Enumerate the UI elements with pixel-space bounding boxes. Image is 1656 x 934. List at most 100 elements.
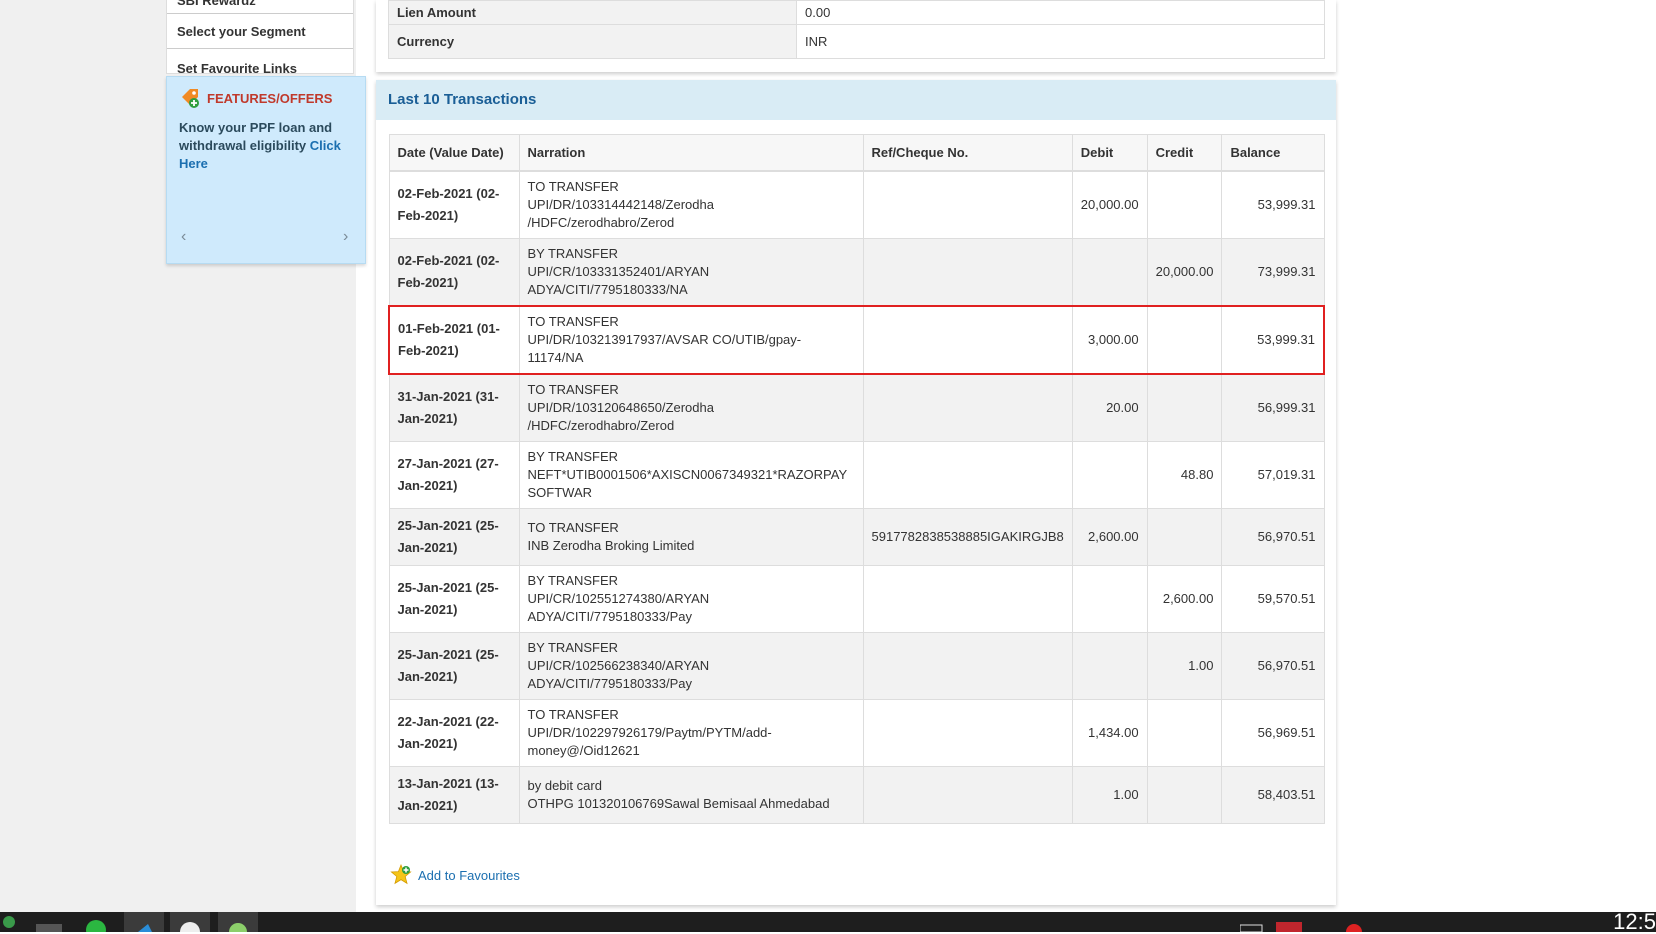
debit-text: 20,000.00 xyxy=(1080,196,1139,212)
cell-debit xyxy=(1071,631,1148,700)
narration-line: BY TRANSFER xyxy=(527,448,619,464)
cell-narration: TO TRANSFER UPI/DR/102297926179/Paytm/PYT… xyxy=(518,698,864,767)
cell-debit: 20.00 xyxy=(1071,373,1148,442)
cell-credit: 1.00 xyxy=(1146,631,1223,700)
debit-text: 1,434.00 xyxy=(1088,724,1139,740)
terminal-icon[interactable] xyxy=(36,912,62,932)
cell-ref xyxy=(862,304,1073,375)
carousel-prev-icon[interactable]: ‹ xyxy=(181,228,186,246)
table-row: 02-Feb-2021 (02-Feb-2021) BY TRANSFER UPI/… xyxy=(388,237,1325,306)
sidebar-item-rewardz[interactable]: SBI Rewardz xyxy=(167,0,353,14)
date-text: 25-Jan-2021 (25-Jan-2021) xyxy=(397,517,499,555)
cell-date: 22-Jan-2021 (22-Jan-2021) xyxy=(388,698,520,767)
transactions-table: Date (Value Date) Narration Ref/Cheque N… xyxy=(388,134,1326,824)
narration-line: TO TRANSFER xyxy=(527,381,619,397)
balance-text: 56,999.31 xyxy=(1257,399,1316,415)
cell-narration: by debit card OTHPG 101320106769Sawal Bem… xyxy=(518,765,864,824)
credit-text: 20,000.00 xyxy=(1155,263,1214,279)
credit-text: 1.00 xyxy=(1188,657,1214,673)
detail-value: 0.00 xyxy=(796,0,1325,25)
cell-date: 13-Jan-2021 (13-Jan-2021) xyxy=(388,765,520,824)
features-offers-panel: FEATURES/OFFERS Know your PPF loan and w… xyxy=(166,76,489,325)
whatsapp-icon[interactable] xyxy=(84,912,108,932)
carousel-next-icon[interactable]: › xyxy=(343,228,348,246)
column-header-debit: Debit xyxy=(1071,134,1148,172)
balance-text: 53,999.31 xyxy=(1257,331,1315,347)
cell-date: 25-Jan-2021 (25-Jan-2021) xyxy=(388,507,520,566)
cell-credit xyxy=(1146,373,1223,442)
cell-debit: 1.00 xyxy=(1071,765,1148,824)
cell-balance: 59,570.51 xyxy=(1221,564,1325,633)
narration-line: UPI/DR/103213917937/AVSAR CO/UTIB/gpay-1… xyxy=(527,331,802,365)
table-row: 02-Feb-2021 (02-Feb-2021) TO TRANSFER UPI/… xyxy=(388,170,1325,239)
cell-balance: 53,999.31 xyxy=(1221,170,1325,239)
cell-balance: 58,403.51 xyxy=(1221,765,1325,824)
cell-debit xyxy=(1071,237,1148,306)
cell-balance: 56,969.51 xyxy=(1221,698,1325,767)
narration-line: TO TRANSFER xyxy=(527,706,619,722)
vscode-icon[interactable] xyxy=(124,912,164,932)
narration-line: SOFTWAR xyxy=(527,484,593,500)
narration-line: BY TRANSFER xyxy=(527,572,619,588)
cell-credit xyxy=(1146,698,1223,767)
table-row: 31-Jan-2021 (31-Jan-2021) TO TRANSFER UPI/… xyxy=(388,373,1325,442)
cell-date: 27-Jan-2021 (27-Jan-2021) xyxy=(388,440,520,509)
clock: 12:5 xyxy=(1613,909,1656,934)
sidebar-item-label: Select your Segment xyxy=(177,24,306,39)
cell-narration: BY TRANSFER NEFT*UTIB0001506*AXISCN006734… xyxy=(518,440,864,509)
date-text: 13-Jan-2021 (13-Jan-2021) xyxy=(397,775,499,813)
date-text: 25-Jan-2021 (25-Jan-2021) xyxy=(397,579,499,617)
transactions-title: Last 10 Transactions xyxy=(376,80,1336,120)
cell-date: 02-Feb-2021 (02-Feb-2021) xyxy=(388,170,520,239)
table-row: 01-Feb-2021 (01-Feb-2021) TO TRANSFER UPI/… xyxy=(388,304,1326,375)
cell-credit xyxy=(1146,507,1223,566)
date-text: 31-Jan-2021 (31-Jan-2021) xyxy=(397,388,499,426)
balance-text: 73,999.31 xyxy=(1257,263,1316,279)
system-tray-icons[interactable] xyxy=(1240,912,1500,932)
column-header-date: Date (Value Date) xyxy=(388,134,520,172)
sidebar-item-favourite-links[interactable]: Set Favourite Links xyxy=(167,49,353,73)
cell-debit: 2,600.00 xyxy=(1071,507,1148,566)
column-header-credit: Credit xyxy=(1146,134,1223,172)
debit-text: 1.00 xyxy=(1113,786,1139,802)
cell-date: 25-Jan-2021 (25-Jan-2021) xyxy=(388,631,520,700)
cell-credit xyxy=(1146,304,1223,375)
cell-ref: 5917782838538885IGAKIRGJB8 xyxy=(862,507,1073,566)
add-to-favourites-link[interactable]: Add to Favourites xyxy=(390,864,520,886)
narration-line: UPI/CR/102551274380/ARYAN xyxy=(527,590,710,606)
features-title: FEATURES/OFFERS xyxy=(207,90,333,106)
cell-balance: 57,019.31 xyxy=(1221,440,1325,509)
date-text: 22-Jan-2021 (22-Jan-2021) xyxy=(397,713,499,751)
date-text: 02-Feb-2021 (02-Feb-2021) xyxy=(397,185,500,223)
narration-line: INB Zerodha Broking Limited xyxy=(527,537,695,553)
sidebar-item-select-segment[interactable]: Select your Segment xyxy=(167,14,353,49)
balance-text: 53,999.31 xyxy=(1257,196,1316,212)
account-detail-row: Currency INR xyxy=(388,24,1325,59)
narration-line: UPI/CR/102566238340/ARYAN xyxy=(527,657,710,673)
cell-narration: TO TRANSFER INB Zerodha Broking Limited xyxy=(518,507,864,566)
cell-balance: 56,999.31 xyxy=(1221,373,1325,442)
cell-date: 31-Jan-2021 (31-Jan-2021) xyxy=(388,373,520,442)
cell-debit: 1,434.00 xyxy=(1071,698,1148,767)
date-text: 25-Jan-2021 (25-Jan-2021) xyxy=(397,646,499,684)
app-icon[interactable] xyxy=(218,912,258,932)
cell-balance: 56,970.51 xyxy=(1221,507,1325,566)
column-header-ref: Ref/Cheque No. xyxy=(862,134,1073,172)
cell-debit: 3,000.00 xyxy=(1071,304,1148,375)
add-to-favourites-label: Add to Favourites xyxy=(418,867,520,883)
sidebar-item-label: Set Favourite Links xyxy=(177,61,297,73)
cell-ref xyxy=(862,170,1073,239)
sidebar-menu: SBI Rewardz Select your Segment Set Favo… xyxy=(166,0,354,74)
narration-line: NEFT*UTIB0001506*AXISCN0067349321*RAZORP… xyxy=(527,466,848,482)
cell-credit xyxy=(1146,170,1223,239)
balance-text: 56,969.51 xyxy=(1257,724,1316,740)
volume-icon[interactable] xyxy=(2,912,16,932)
balance-text: 58,403.51 xyxy=(1257,786,1316,802)
account-details-table: Lien Amount 0.00 Currency INR xyxy=(388,0,1325,59)
chrome-icon[interactable] xyxy=(170,912,210,932)
table-row: 27-Jan-2021 (27-Jan-2021) BY TRANSFER NEFT… xyxy=(388,440,1325,509)
narration-line: UPI/DR/103120648650/Zerodha /HDFC/zerodh… xyxy=(527,399,714,433)
cell-narration: BY TRANSFER UPI/CR/103331352401/ARYAN ADY… xyxy=(518,237,864,306)
credit-text: 48.80 xyxy=(1180,466,1214,482)
balance-text: 56,970.51 xyxy=(1257,528,1316,544)
